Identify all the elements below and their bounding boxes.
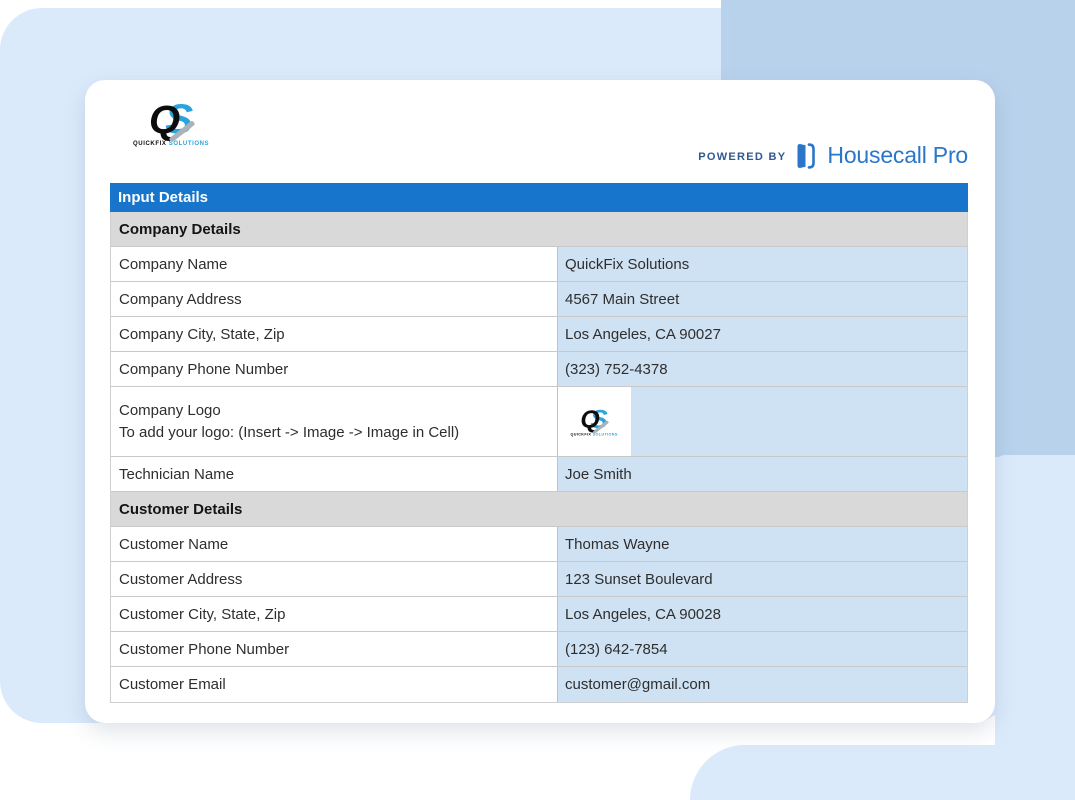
table-row: Company LogoTo add your logo: (Insert ->… bbox=[111, 387, 967, 457]
value-cell[interactable]: Thomas Wayne bbox=[557, 527, 967, 561]
table-row: Company Address4567 Main Street bbox=[111, 282, 967, 317]
table-row: Customer NameThomas Wayne bbox=[111, 527, 967, 562]
value-cell[interactable]: Los Angeles, CA 90027 bbox=[557, 317, 967, 351]
label-cell: Customer City, State, Zip bbox=[111, 597, 557, 631]
table-row: Company NameQuickFix Solutions bbox=[111, 247, 967, 282]
value-cell[interactable]: Los Angeles, CA 90028 bbox=[557, 597, 967, 631]
value-cell[interactable]: QuickFix Solutions bbox=[557, 247, 967, 281]
table-row: Customer Address123 Sunset Boulevard bbox=[111, 562, 967, 597]
label-cell: Company City, State, Zip bbox=[111, 317, 557, 351]
value-cell[interactable]: customer@gmail.com bbox=[557, 667, 967, 702]
table-row: Customer City, State, ZipLos Angeles, CA… bbox=[111, 597, 967, 632]
table-row: Company City, State, ZipLos Angeles, CA … bbox=[111, 317, 967, 352]
quickfix-logo: QSQUICKFIX SOLUTIONS bbox=[133, 98, 209, 147]
powered-by-label: POWERED BY bbox=[698, 151, 786, 163]
label-cell: Customer Phone Number bbox=[111, 632, 557, 666]
section-header-row: Customer Details bbox=[111, 492, 967, 527]
value-cell[interactable]: 4567 Main Street bbox=[557, 282, 967, 316]
table-title-bar: Input Details bbox=[110, 183, 968, 212]
value-cell[interactable]: Joe Smith bbox=[557, 457, 967, 491]
housecall-pro-wordmark: Housecall Pro bbox=[827, 142, 968, 169]
label-cell: Customer Email bbox=[111, 667, 557, 702]
sheet-card: QSQUICKFIX SOLUTIONS POWERED BY Housecal… bbox=[85, 80, 995, 723]
table-row: Company Phone Number(323) 752-4378 bbox=[111, 352, 967, 387]
value-cell[interactable]: (123) 642-7854 bbox=[557, 632, 967, 666]
quickfix-logo: QSQUICKFIX SOLUTIONS bbox=[571, 406, 618, 436]
label-cell: Customer Name bbox=[111, 527, 557, 561]
label-cell: Company LogoTo add your logo: (Insert ->… bbox=[111, 387, 557, 456]
company-logo-image: QSQUICKFIX SOLUTIONS bbox=[558, 387, 631, 456]
table-row: Customer Emailcustomer@gmail.com bbox=[111, 667, 967, 702]
details-table: Input Details Company DetailsCompany Nam… bbox=[110, 183, 968, 703]
label-cell: Customer Address bbox=[111, 562, 557, 596]
table-body: Company DetailsCompany NameQuickFix Solu… bbox=[110, 212, 968, 703]
housecall-pro-icon bbox=[795, 142, 818, 170]
background-bottom-band bbox=[690, 745, 1075, 800]
company-logo-cell[interactable]: QSQUICKFIX SOLUTIONS bbox=[557, 387, 967, 456]
section-header-row: Company Details bbox=[111, 212, 967, 247]
label-cell: Company Phone Number bbox=[111, 352, 557, 386]
table-row: Customer Phone Number(123) 642-7854 bbox=[111, 632, 967, 667]
value-cell[interactable]: 123 Sunset Boulevard bbox=[557, 562, 967, 596]
value-cell[interactable]: (323) 752-4378 bbox=[557, 352, 967, 386]
table-row: Technician NameJoe Smith bbox=[111, 457, 967, 492]
label-cell: Company Name bbox=[111, 247, 557, 281]
label-cell: Company Address bbox=[111, 282, 557, 316]
quickfix-logo: QSQUICKFIX SOLUTIONS bbox=[133, 98, 209, 150]
label-cell: Technician Name bbox=[111, 457, 557, 491]
powered-by-branding: POWERED BY Housecall Pro bbox=[698, 138, 968, 172]
